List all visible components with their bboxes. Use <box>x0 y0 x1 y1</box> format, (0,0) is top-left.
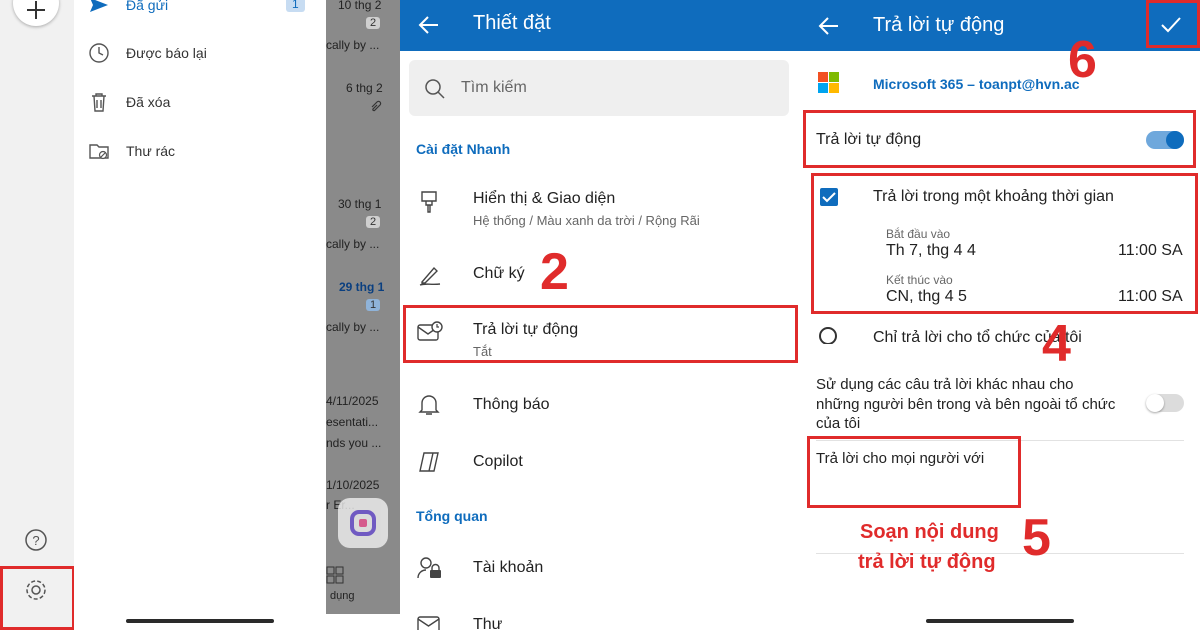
highlight-auto-reply-toggle <box>803 110 1196 168</box>
home-indicator <box>126 619 274 623</box>
auto-reply-panel: Trả lời tự động 6 Microsoft 365 – toanpt… <box>800 0 1200 630</box>
highlight-auto-reply <box>403 305 798 363</box>
page-title: Thiết đặt <box>473 12 551 34</box>
mail-snippet: cally by ... <box>326 38 380 52</box>
mail-date: 30 thg 1 <box>338 197 382 211</box>
drawer-item-label: Được báo lại <box>126 45 207 61</box>
highlight-save-check <box>1146 0 1200 48</box>
different-replies-row[interactable]: Sử dụng các câu trả lời khác nhau cho nh… <box>800 372 1200 438</box>
copilot-outline-icon <box>419 452 439 472</box>
settings-panel: Thiết đặt Tìm kiếm Cài đặt Nhanh Hiển th… <box>400 0 800 630</box>
sent-count-badge: 1 <box>286 0 305 12</box>
drawer-item-label: Đã gửi <box>126 0 169 13</box>
search-placeholder: Tìm kiếm <box>461 79 527 96</box>
annotation-4: 4 <box>1042 315 1071 373</box>
section-overview: Tổng quan <box>416 508 488 524</box>
settings-item-copilot[interactable]: Copilot <box>400 444 800 480</box>
radio-icon[interactable] <box>818 326 838 344</box>
different-replies-label: Sử dụng các câu trả lời khác nhau cho nh… <box>816 376 1116 432</box>
mail-date: 10 thg 2 <box>338 0 382 12</box>
home-indicator <box>926 619 1074 623</box>
drawer-item-sent[interactable]: Đã gửi 1 <box>88 0 324 20</box>
junk-folder-icon <box>89 144 109 160</box>
outlook-drawer-panel: ? 1 Đã gửi 1 Được báo lại Đã xóa Thư rác… <box>0 0 400 630</box>
clock-icon <box>89 43 109 63</box>
paintbrush-icon <box>421 191 437 213</box>
org-only-row[interactable]: Chỉ trả lời cho tổ chức của tôi <box>800 316 1200 344</box>
mail-snippet: cally by ... <box>326 237 380 251</box>
copilot-fab[interactable] <box>338 498 388 548</box>
page-title: Trả lời tự động <box>873 14 1005 36</box>
mail-snippet: cally by ... <box>326 320 380 334</box>
svg-text:?: ? <box>32 533 39 548</box>
settings-item-display[interactable]: Hiển thị & Giao diện Hệ thống / Màu xanh… <box>400 180 800 238</box>
apps-icon[interactable] <box>326 566 344 584</box>
mail-snippet: esentati... <box>326 415 379 429</box>
help-icon[interactable]: ? <box>24 528 48 552</box>
drawer-item-junk[interactable]: Thư rác <box>88 136 175 166</box>
settings-item-title: Thông báo <box>473 396 550 413</box>
annotation-2: 2 <box>540 243 569 301</box>
mail-list-dimmed: 10 thg 2 2 cally by ... 6 thg 2 30 thg 1… <box>326 0 400 614</box>
send-icon <box>90 0 108 12</box>
back-arrow-icon[interactable] <box>818 15 840 37</box>
mail-date: 29 thg 1 <box>339 280 385 294</box>
settings-item-title: Tài khoản <box>473 559 544 576</box>
folder-drawer <box>74 0 326 614</box>
drawer-item-label: Thư rác <box>126 143 176 159</box>
settings-item-mail[interactable]: Thư <box>400 607 800 630</box>
search-icon <box>425 79 445 99</box>
toggle-knob <box>1146 394 1164 412</box>
mail-icon <box>417 616 440 630</box>
attachment-icon <box>371 100 382 112</box>
bell-icon <box>418 395 440 415</box>
settings-item-title: Chữ ký <box>473 265 525 282</box>
drawer-item-snoozed[interactable]: Được báo lại <box>88 38 207 68</box>
settings-item-title: Copilot <box>473 453 523 470</box>
compose-note-line1: Soạn nội dung <box>860 521 999 543</box>
mail-count: 2 <box>366 216 381 228</box>
mail-date: 4/11/2025 <box>326 394 379 408</box>
settings-item-subtitle: Hệ thống / Màu xanh da trời / Rộng Rãi <box>473 213 700 228</box>
drawer-item-label: Đã xóa <box>126 94 171 110</box>
highlight-settings <box>0 566 75 630</box>
auto-reply-app-bar: Trả lời tự động <box>800 0 1200 51</box>
trash-icon <box>92 93 106 112</box>
search-input[interactable]: Tìm kiếm <box>409 60 789 116</box>
settings-item-notifications[interactable]: Thông báo <box>400 387 800 423</box>
back-arrow-icon[interactable] <box>418 14 440 36</box>
settings-item-title: Thư <box>473 616 503 630</box>
plus-icon <box>27 1 45 19</box>
different-replies-toggle[interactable] <box>1146 394 1184 412</box>
mail-count: 1 <box>366 299 381 311</box>
highlight-reply-message <box>807 436 1021 508</box>
highlight-time-range <box>811 173 1198 314</box>
mail-count: 2 <box>366 17 381 29</box>
nav-label: dụng <box>330 590 355 602</box>
compose-note-line2: trả lời tự động <box>858 551 996 573</box>
copilot-icon <box>350 510 376 536</box>
account-lock-icon <box>417 557 441 579</box>
settings-app-bar: Thiết đặt <box>400 0 800 51</box>
microsoft-logo-icon <box>818 72 839 93</box>
drawer-item-deleted[interactable]: Đã xóa <box>88 87 170 117</box>
mail-snippet: nds you ... <box>326 436 382 450</box>
signature-pen-icon <box>419 266 441 286</box>
account-email: Microsoft 365 – toanpt@hvn.ac <box>873 76 1080 92</box>
annotation-5: 5 <box>1022 509 1051 567</box>
settings-item-signature[interactable]: Chữ ký <box>400 256 800 296</box>
mail-date: 1/10/2025 <box>326 478 380 492</box>
settings-item-title: Hiển thị & Giao diện <box>473 190 616 207</box>
settings-item-account[interactable]: Tài khoản <box>400 550 800 586</box>
mail-date: 6 thg 2 <box>346 81 383 95</box>
section-quick-settings: Cài đặt Nhanh <box>416 141 511 157</box>
